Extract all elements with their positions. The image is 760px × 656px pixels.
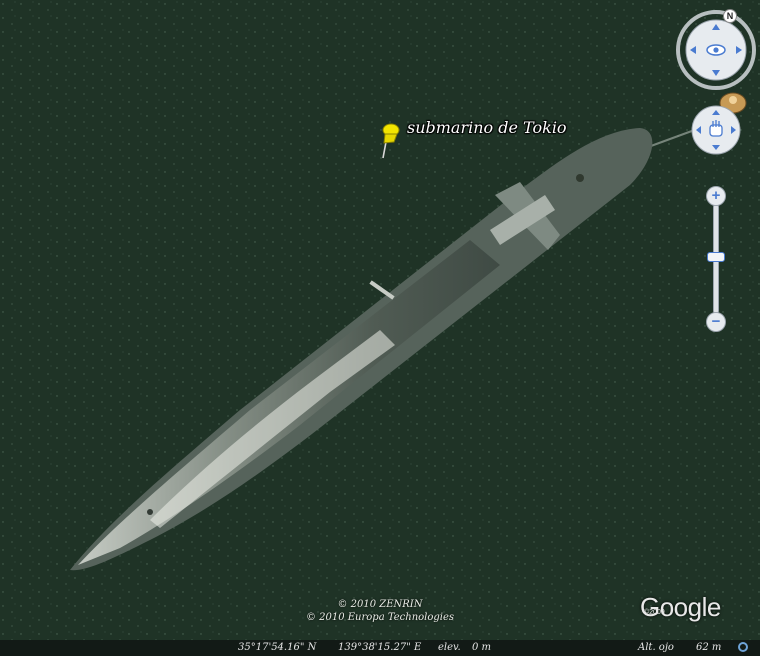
streaming-indicator-icon	[738, 642, 748, 652]
status-bar: 35°17'54.16" N 139°38'15.27" E elev. 0 m…	[0, 640, 760, 656]
elevation-value: 0 m	[472, 642, 492, 653]
map-view[interactable]: submarino de Tokio N + − © 2010 ZENRIN ©…	[0, 0, 760, 656]
zoom-thumb[interactable]	[707, 252, 725, 262]
zoom-out-button[interactable]: −	[706, 312, 726, 332]
google-logo: Google	[640, 592, 721, 622]
move-control[interactable]	[690, 104, 742, 156]
satellite-imagery	[0, 0, 760, 640]
eye-altitude-value: 62 m	[696, 642, 722, 653]
yellow-pushpin-icon[interactable]	[378, 122, 404, 160]
google-logo-year: ©2009	[644, 609, 665, 616]
zoom-slider[interactable]: + −	[706, 186, 726, 332]
longitude-readout: 139°38'15.27" E	[338, 642, 422, 653]
elevation-label: elev.	[438, 642, 461, 653]
compass-north-marker[interactable]: N	[723, 9, 737, 23]
look-control[interactable]	[676, 10, 756, 90]
zoom-in-button[interactable]: +	[706, 186, 726, 206]
copyright-europa: © 2010 Europa Technologies	[305, 612, 455, 623]
copyright-notice: © 2010 ZENRIN © 2010 Europa Technologies	[300, 598, 460, 624]
copyright-zenrin: © 2010 ZENRIN	[337, 599, 423, 610]
eye-altitude-label: Alt. ojo	[638, 642, 674, 653]
latitude-readout: 35°17'54.16" N	[238, 642, 317, 653]
placemark-label[interactable]: submarino de Tokio	[407, 118, 567, 137]
